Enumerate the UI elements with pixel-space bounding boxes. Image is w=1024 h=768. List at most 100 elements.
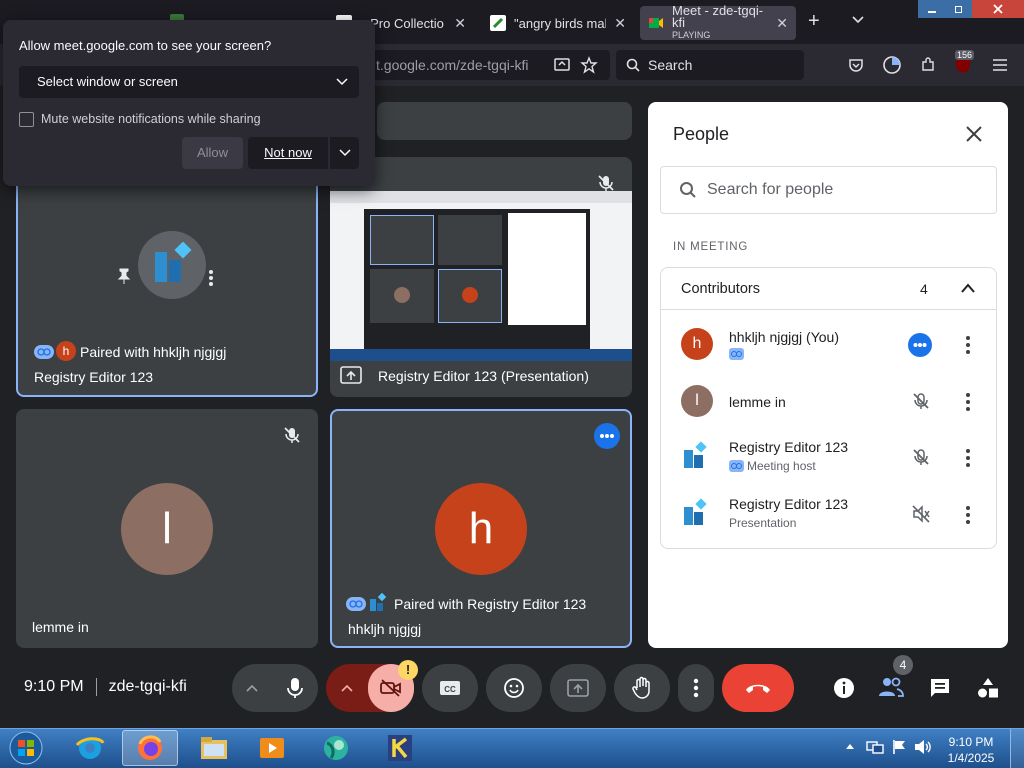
- windows-logo-icon: [9, 731, 43, 765]
- participant-name: hhkljh njgjgj (You): [729, 329, 839, 345]
- meet-info-bar: [377, 102, 632, 140]
- kebab-menu-icon[interactable]: [966, 449, 970, 467]
- globe-app-icon[interactable]: [308, 730, 364, 766]
- audio-options-chevron-icon[interactable]: [232, 684, 272, 692]
- window-select-dropdown[interactable]: Select window or screen: [19, 66, 359, 98]
- raise-hand-button[interactable]: [614, 664, 670, 712]
- kebab-menu-icon[interactable]: [966, 393, 970, 411]
- search-bar[interactable]: Search: [616, 50, 804, 80]
- firefox-taskbar-icon[interactable]: [122, 730, 178, 766]
- file-explorer-icon[interactable]: [186, 730, 242, 766]
- screen-share-icon[interactable]: [549, 52, 575, 78]
- tab-close-icon[interactable]: ✕: [454, 15, 466, 32]
- participant-tile-self[interactable]: h Paired with Registry Editor 123 hhkljh…: [330, 409, 632, 648]
- close-window-button[interactable]: [972, 0, 1024, 18]
- registry-editor-icon: [681, 441, 711, 471]
- captions-button[interactable]: CC: [422, 664, 478, 712]
- tab-list-chevron-icon[interactable]: [850, 12, 866, 28]
- tab-playing-label: PLAYING: [672, 30, 711, 40]
- people-count-badge: 4: [893, 655, 913, 675]
- participant-row[interactable]: Registry Editor 123 Presentation: [661, 486, 996, 542]
- meeting-info-icon[interactable]: [832, 676, 856, 700]
- k-app-icon[interactable]: [372, 730, 428, 766]
- mic-off-icon: [596, 173, 616, 193]
- start-button[interactable]: [0, 730, 52, 766]
- mic-icon[interactable]: [272, 677, 318, 699]
- paired-link-icon: [34, 345, 54, 359]
- group-label: Contributors: [681, 281, 760, 297]
- allow-button[interactable]: Allow: [182, 137, 243, 169]
- participant-tile-lemme-in[interactable]: l lemme in: [16, 409, 318, 648]
- kebab-menu-icon[interactable]: [966, 506, 970, 524]
- clock-date: 1/4/2025: [947, 751, 995, 765]
- presentation-tile[interactable]: Registry Editor 123 (Presentation): [330, 157, 632, 397]
- emoji-icon: [504, 678, 524, 698]
- search-icon: [626, 58, 640, 72]
- reactions-button[interactable]: [486, 664, 542, 712]
- more-options-icon[interactable]: [208, 269, 214, 287]
- captions-icon: CC: [440, 681, 460, 695]
- tab-meet[interactable]: Meet - zde-tgqi-kfi PLAYING ✕: [640, 4, 796, 40]
- participant-row[interactable]: h hhkljh njgjgj (You): [661, 316, 996, 372]
- chevron-down-icon: [335, 75, 349, 89]
- contributors-header[interactable]: Contributors 4: [661, 268, 996, 310]
- more-options-button[interactable]: [678, 664, 714, 712]
- mic-off-icon: [282, 425, 302, 445]
- media-player-icon[interactable]: [244, 730, 300, 766]
- action-center-flag-icon[interactable]: [891, 739, 907, 755]
- people-search-input[interactable]: Search for people: [660, 166, 997, 214]
- tile-name: Registry Editor 123 (Presentation): [378, 368, 589, 384]
- checkbox-label: Mute website notifications while sharing: [41, 112, 261, 126]
- chevron-up-icon[interactable]: [960, 282, 976, 294]
- people-icon[interactable]: [878, 676, 904, 698]
- close-icon[interactable]: [964, 124, 984, 144]
- search-placeholder: Search for people: [707, 181, 834, 198]
- volume-icon[interactable]: [914, 739, 932, 755]
- registry-editor-icon: [368, 593, 388, 613]
- group-count: 4: [920, 281, 928, 297]
- not-now-dropdown-button[interactable]: [330, 137, 359, 169]
- participant-tile-registry-editor[interactable]: h Paired with hhkljh njgjgj Registry Edi…: [16, 157, 318, 397]
- tile-name: lemme in: [32, 619, 89, 635]
- chat-icon[interactable]: [929, 677, 951, 699]
- participant-subtitle: Meeting host: [729, 459, 816, 473]
- more-options-icon[interactable]: [594, 423, 620, 449]
- system-clock[interactable]: 9:10 PM 1/4/2025: [945, 734, 997, 766]
- tile-paired-label: Paired with Registry Editor 123: [394, 596, 587, 612]
- participant-avatar: h: [435, 483, 527, 575]
- participant-row[interactable]: l lemme in: [661, 373, 996, 429]
- mic-off-icon: [911, 391, 931, 411]
- tile-name: hhkljh njgjgj: [348, 621, 422, 637]
- tab-close-icon[interactable]: ✕: [614, 15, 626, 32]
- warning-badge-icon: !: [398, 660, 418, 680]
- bookmark-star-icon[interactable]: [576, 52, 602, 78]
- show-desktop-button[interactable]: [1010, 729, 1024, 768]
- participant-name: Registry Editor 123: [729, 496, 849, 512]
- new-tab-button[interactable]: +: [808, 10, 820, 33]
- minimize-button[interactable]: [918, 0, 945, 18]
- video-options-chevron-icon[interactable]: [326, 684, 368, 692]
- tab-close-icon[interactable]: ✕: [776, 15, 788, 32]
- participant-avatar: l: [121, 483, 213, 575]
- show-hidden-icons-chevron[interactable]: [845, 742, 855, 750]
- avatar: l: [681, 385, 713, 417]
- popup-title: Allow meet.google.com to see your screen…: [19, 38, 272, 53]
- activities-icon[interactable]: [976, 676, 1000, 700]
- menu-hamburger-icon[interactable]: [987, 52, 1013, 78]
- not-now-button[interactable]: Not now: [248, 137, 328, 169]
- extensions-icon[interactable]: [915, 52, 941, 78]
- internet-explorer-icon[interactable]: [62, 730, 118, 766]
- pin-icon[interactable]: [116, 267, 132, 285]
- pocket-icon[interactable]: [843, 52, 869, 78]
- present-button[interactable]: [550, 664, 606, 712]
- leave-call-button[interactable]: [722, 664, 794, 712]
- section-heading: IN MEETING: [673, 241, 749, 253]
- tab-angry-birds[interactable]: "angry birds maker ✕: [482, 6, 634, 40]
- participant-row[interactable]: Registry Editor 123 Meeting host: [661, 429, 996, 485]
- mute-notifications-checkbox[interactable]: [19, 112, 34, 127]
- kebab-menu-icon[interactable]: [966, 336, 970, 354]
- firefox-account-icon[interactable]: [879, 52, 905, 78]
- more-actions-icon[interactable]: [908, 333, 932, 357]
- restore-button[interactable]: [945, 0, 972, 18]
- network-icon[interactable]: [866, 739, 884, 755]
